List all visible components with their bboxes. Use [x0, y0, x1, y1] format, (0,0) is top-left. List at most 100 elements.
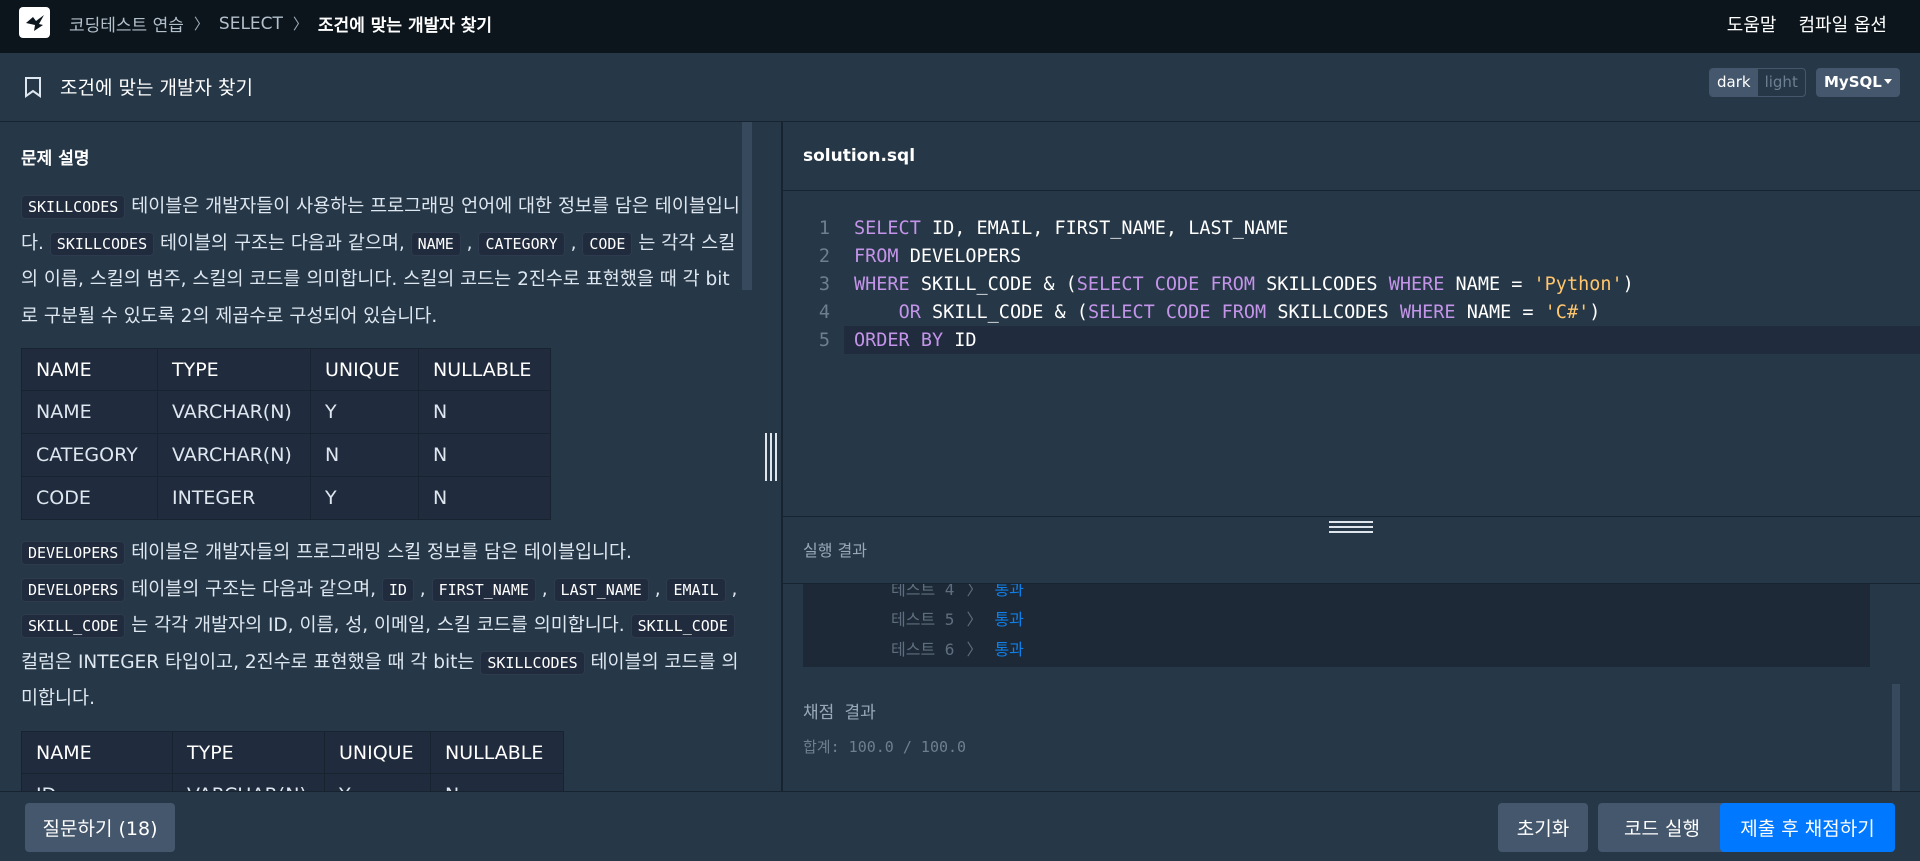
description-text: 테이블의 구조는 다음과 같으며,	[154, 232, 411, 254]
description-scrollbar[interactable]	[742, 122, 752, 290]
line-number: 1	[818, 218, 830, 239]
table-row: CATEGORY VARCHAR(N) N N	[21, 433, 551, 477]
inline-code: DEVELOPERS	[21, 577, 126, 602]
line-number: 5	[818, 330, 830, 351]
table-row: CODE INTEGER Y N	[21, 476, 551, 520]
skillcodes-schema-table: NAME TYPE UNIQUE NULLABLE NAME VARCHAR(N…	[21, 348, 551, 520]
problem-title-bar	[0, 53, 1920, 122]
horizontal-resize-handle[interactable]	[1329, 520, 1373, 534]
section-title: 문제 설명	[21, 149, 90, 169]
description-text: 테이블은 개발자들의 프로그래밍 스킬 정보를 담은 테이블입니다.	[125, 542, 632, 563]
table-cell: CODE	[21, 476, 158, 520]
test-result-row: 테스트 5 〉 통과	[891, 606, 1024, 630]
inline-code: EMAIL	[666, 577, 726, 602]
code-line: 4 OR SKILL_CODE & (SELECT CODE FROM SKIL…	[806, 299, 1634, 327]
description-text: 컬럼은 INTEGER 타입이고, 2진수로 표현했을 때 각 bit는	[21, 651, 481, 673]
table-header: UNIQUE	[324, 731, 431, 774]
code-text[interactable]: WHERE SKILL_CODE & (SELECT CODE FROM SKI…	[854, 271, 1634, 299]
test-status: 통과	[994, 640, 1024, 659]
description-paragraph-2: DEVELOPERS 테이블은 개발자들의 프로그래밍 스킬 정보를 담은 테이…	[21, 535, 741, 718]
code-line: 2 FROM DEVELOPERS	[806, 243, 1634, 271]
test-status: 통과	[994, 584, 1024, 599]
code-text[interactable]: FROM DEVELOPERS	[854, 243, 1021, 271]
breadcrumb-item-select[interactable]: SELECT	[219, 14, 283, 34]
test-result-row: 테스트 4 〉 통과	[891, 584, 1024, 600]
editor-filename: solution.sql	[803, 146, 916, 166]
description-paragraph-1: SKILLCODES 테이블은 개발자들이 사용하는 프로그래밍 언어에 대한 …	[21, 189, 741, 335]
description-text: ,	[460, 232, 479, 254]
code-text[interactable]: SELECT ID, EMAIL, FIRST_NAME, LAST_NAME	[854, 215, 1288, 243]
code-text[interactable]: OR SKILL_CODE & (SELECT CODE FROM SKILLC…	[854, 299, 1601, 327]
test-label: 테스트 6	[891, 640, 955, 659]
vertical-resize-handle[interactable]	[764, 433, 778, 481]
chevron-right-icon: 〉	[966, 584, 983, 599]
table-cell: Y	[310, 476, 419, 520]
reset-button[interactable]: 초기화	[1498, 803, 1588, 852]
test-label: 테스트 4	[891, 584, 955, 599]
table-header: NULLABLE	[430, 731, 564, 774]
theme-light-option[interactable]: light	[1758, 69, 1805, 96]
inline-code: NAME	[410, 231, 461, 256]
code-lines[interactable]: 1 SELECT ID, EMAIL, FIRST_NAME, LAST_NAM…	[806, 215, 1634, 355]
inline-code: LAST_NAME	[553, 577, 649, 602]
editor-header	[783, 122, 1920, 191]
table-cell: NAME	[21, 390, 158, 434]
code-line: 1 SELECT ID, EMAIL, FIRST_NAME, LAST_NAM…	[806, 215, 1634, 243]
table-header: NULLABLE	[418, 348, 551, 391]
page-title: 조건에 맞는 개발자 찾기	[60, 77, 253, 99]
line-number: 4	[818, 302, 830, 323]
test-status: 통과	[994, 610, 1024, 629]
ask-question-button[interactable]: 질문하기 (18)	[25, 803, 175, 852]
description-text: ,	[725, 578, 738, 600]
table-cell: CATEGORY	[21, 433, 158, 477]
compile-options-link[interactable]: 컴파일 옵션	[1798, 11, 1887, 37]
table-cell: N	[310, 433, 419, 477]
description-text: ,	[648, 578, 667, 600]
description-text: 는 각각 개발자의 ID, 이름, 성, 이메일, 스킬 코드를 의미합니다.	[125, 615, 631, 636]
table-header-row: NAME TYPE UNIQUE NULLABLE	[21, 731, 564, 774]
table-cell: N	[418, 476, 551, 520]
chevron-right-icon: 〉	[193, 15, 209, 33]
caret-down-icon	[1884, 79, 1892, 84]
line-number: 3	[818, 274, 830, 295]
table-cell: VARCHAR(N)	[157, 390, 311, 434]
language-select[interactable]: MySQL	[1816, 68, 1900, 97]
inline-code: SKILLCODES	[49, 231, 155, 256]
breadcrumb-item-coding-test[interactable]: 코딩테스트 연습	[69, 11, 184, 36]
theme-toggle[interactable]: dark light	[1709, 68, 1806, 97]
bookmark-icon[interactable]	[24, 76, 42, 98]
table-row: NAME VARCHAR(N) Y N	[21, 390, 551, 434]
breadcrumb-item-current: 조건에 맞는 개발자 찾기	[317, 16, 493, 36]
help-link[interactable]: 도움말	[1727, 11, 1777, 37]
table-cell: N	[418, 433, 551, 477]
code-text[interactable]: ORDER BY ID	[854, 327, 977, 355]
description-text: ,	[535, 578, 554, 600]
programmers-logo-icon[interactable]	[19, 7, 50, 38]
inline-code: DEVELOPERS	[21, 541, 126, 565]
line-number: 2	[818, 246, 830, 267]
table-header-row: NAME TYPE UNIQUE NULLABLE	[21, 348, 551, 391]
inline-code: SKILL_CODE	[630, 614, 735, 638]
test-result-row: 테스트 6 〉 통과	[891, 636, 1024, 660]
test-label: 테스트 5	[891, 610, 955, 629]
chevron-right-icon: 〉	[292, 15, 308, 33]
theme-dark-option[interactable]: dark	[1710, 69, 1758, 96]
table-cell: N	[418, 390, 551, 434]
results-scrollbar[interactable]	[1892, 684, 1900, 791]
chevron-right-icon: 〉	[966, 610, 983, 629]
inline-code: ID	[381, 577, 414, 602]
table-header: NAME	[21, 731, 173, 774]
description-text: ,	[564, 232, 583, 254]
inline-code: SKILL_CODE	[21, 614, 126, 638]
code-line: 5 ORDER BY ID	[806, 327, 1634, 355]
submit-button[interactable]: 제출 후 채점하기	[1720, 803, 1895, 852]
table-cell: VARCHAR(N)	[157, 433, 311, 477]
grading-sum: 합계: 100.0 / 100.0	[803, 738, 967, 756]
inline-code: CATEGORY	[478, 231, 565, 256]
grading-title: 채점 결과	[803, 703, 876, 723]
table-cell: INTEGER	[157, 476, 311, 520]
chevron-right-icon: 〉	[966, 640, 983, 659]
description-text: ,	[413, 578, 432, 600]
table-header: TYPE	[172, 731, 325, 774]
run-code-button[interactable]: 코드 실행	[1598, 803, 1726, 852]
